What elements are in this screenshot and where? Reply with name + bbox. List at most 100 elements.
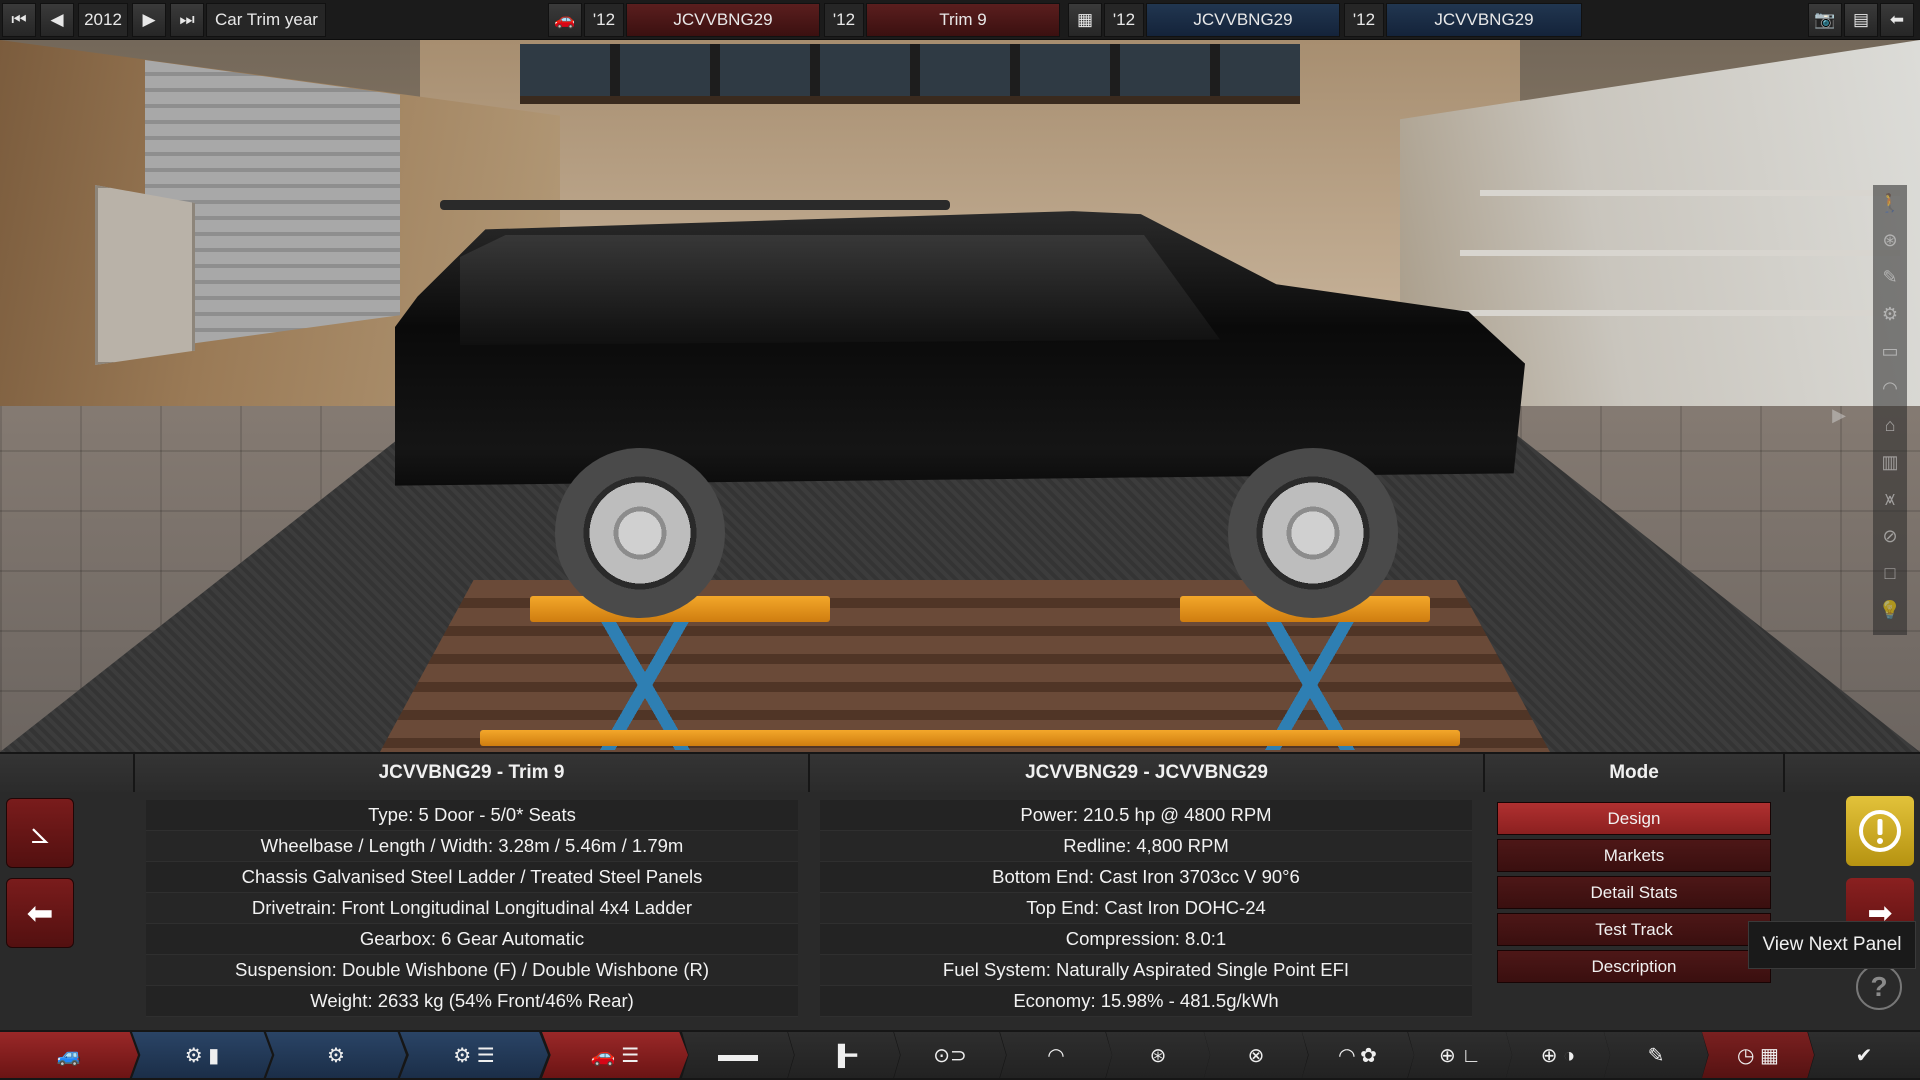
chevron-right-icon: ▶ xyxy=(142,10,156,29)
arrow-left-icon: ⬅ xyxy=(26,895,54,931)
camera-icon: 📷 xyxy=(1814,10,1836,29)
tab-engine[interactable]: ⚙ xyxy=(266,1032,406,1078)
tab-finish[interactable]: ✔ xyxy=(1808,1032,1920,1078)
mode-test-track-button[interactable]: Test Track xyxy=(1497,913,1771,946)
next-panel-tooltip: View Next Panel xyxy=(1748,921,1916,969)
car-stat-drivetrain: Drivetrain: Front Longitudinal Longitudi… xyxy=(146,893,798,924)
top-bar: ⏮ ◀ 2012 ▶ ⏭ Car Trim year 🚗 '12 JCVVBNG… xyxy=(0,0,1920,40)
chassis-view-icon[interactable]: ▭ xyxy=(1873,333,1907,370)
variant-year: '12 xyxy=(1344,3,1384,37)
first-year-button[interactable]: ⏮ xyxy=(2,3,36,37)
tab-drivetrain[interactable]: ▐━ xyxy=(788,1032,900,1078)
engine-stat-bottom-end: Bottom End: Cast Iron 3703cc V 90°6 xyxy=(820,862,1472,893)
drivetrain-icon: ▐━ xyxy=(830,1044,858,1067)
tab-test-track[interactable]: ◷ ▦ xyxy=(1702,1032,1814,1078)
next-year-button[interactable]: ▶ xyxy=(132,3,166,37)
design-step-toolbar: 🚙 ⚙ ▮ ⚙ ⚙ ☰ 🚗 ☰ ▬▬ ▐━ ⊙⊃ ◠ ⊛ ⊗ ◜◝ ✿ ⊕ ∟ … xyxy=(0,1030,1920,1080)
light-bulb-icon[interactable]: 💡 xyxy=(1873,592,1907,629)
prev-year-button[interactable]: ◀ xyxy=(40,3,74,37)
tab-car-trim[interactable]: 🚗 ☰ xyxy=(542,1032,688,1078)
car-icon: 🚗 xyxy=(554,10,576,29)
tab-car-body[interactable]: 🚙 xyxy=(0,1032,138,1078)
car-stat-type: Type: 5 Door - 5/0* Seats xyxy=(146,800,798,831)
shelf xyxy=(1480,190,1900,196)
view-tools-sidebar: 🚶 ⊛ ✎ ⚙ ▭ ◠ ⌂ ▥ ⩙ ⊘ □ 💡 xyxy=(1873,185,1907,635)
camera-angle-button[interactable]: ⦣ xyxy=(6,798,74,868)
tab-engine-family[interactable]: ⚙ ▮ xyxy=(132,1032,272,1078)
car-model-selector-button[interactable]: 🚗 xyxy=(548,3,582,37)
engine-year: '12 xyxy=(1104,3,1144,37)
brake-icon[interactable]: ⊘ xyxy=(1873,518,1907,555)
tab-aero[interactable]: ◜◝ ✿ xyxy=(1302,1032,1414,1078)
engine-stat-economy: Economy: 15.98% - 481.5g/kWh xyxy=(820,986,1472,1017)
checkmark-icon: ✔ xyxy=(1855,1044,1873,1067)
previous-panel-button[interactable]: ⬅ xyxy=(6,878,74,948)
safety-icon: ⊕ ◑ xyxy=(1540,1044,1576,1067)
engine-selector-button[interactable]: ▦ xyxy=(1068,3,1102,37)
warning-icon xyxy=(1859,810,1901,852)
person-icon[interactable]: 🚶 xyxy=(1873,185,1907,222)
tab-wheels[interactable]: ⊛ xyxy=(1106,1032,1210,1078)
car-wheel-front xyxy=(1228,448,1398,618)
calculator-button[interactable]: ▤ xyxy=(1844,3,1878,37)
mode-detail-stats-button[interactable]: Detail Stats xyxy=(1497,876,1771,909)
year-label: Car Trim year xyxy=(206,3,326,37)
engine-family-tab[interactable]: JCVVBNG29 xyxy=(1146,3,1340,37)
grille-icon[interactable]: ▥ xyxy=(1873,444,1907,481)
back-button[interactable]: ⬅ xyxy=(1880,3,1914,37)
tab-tires[interactable]: ◠ xyxy=(1000,1032,1112,1078)
car-stat-dimensions: Wheelbase / Length / Width: 3.28m / 5.46… xyxy=(146,831,798,862)
paint-icon[interactable]: ✎ xyxy=(1873,259,1907,296)
car-trim-icon: 🚗 ☰ xyxy=(590,1044,640,1067)
engine-stats-list: Power: 210.5 hp @ 4800 RPM Redline: 4,80… xyxy=(820,800,1472,1017)
mode-markets-button[interactable]: Markets xyxy=(1497,839,1771,872)
tab-suspension[interactable]: ⊙⊃ xyxy=(894,1032,1006,1078)
frame-icon[interactable]: □ xyxy=(1873,555,1907,592)
body-view-icon[interactable]: ◠ xyxy=(1873,370,1907,407)
car-roof-rack xyxy=(440,200,950,210)
car-panel-title: JCVVBNG29 - Trim 9 xyxy=(135,754,810,792)
suspension-icon: ⊙⊃ xyxy=(933,1044,967,1067)
brakes-icon: ⊗ xyxy=(1247,1044,1265,1067)
car-stat-chassis: Chassis Galvanised Steel Ladder / Treate… xyxy=(146,862,798,893)
right-column-header xyxy=(1785,754,1920,792)
year-display: 2012 xyxy=(78,3,128,37)
last-year-button[interactable]: ⏭ xyxy=(170,3,204,37)
engine-variant-icon: ⚙ ☰ xyxy=(453,1044,495,1067)
skip-back-icon: ⏮ xyxy=(11,10,27,29)
garage-windows xyxy=(520,44,1300,104)
tab-safety[interactable]: ⊕ ◑ xyxy=(1506,1032,1610,1078)
engine-stat-power: Power: 210.5 hp @ 4800 RPM xyxy=(820,800,1472,831)
screenshot-button[interactable]: 📷 xyxy=(1808,3,1842,37)
lift-icon[interactable]: ⩙ xyxy=(1873,481,1907,518)
model-name-tab[interactable]: JCVVBNG29 xyxy=(626,3,820,37)
sidebar-expand-icon[interactable]: ▶ xyxy=(1822,400,1856,430)
test-track-icon: ◷ ▦ xyxy=(1737,1044,1779,1067)
help-button[interactable]: ? xyxy=(1856,964,1902,1010)
car-stat-weight: Weight: 2633 kg (54% Front/46% Rear) xyxy=(146,986,798,1017)
trim-name-tab[interactable]: Trim 9 xyxy=(866,3,1060,37)
arrow-left-icon: ⬅ xyxy=(1889,10,1905,29)
mode-design-button[interactable]: Design xyxy=(1497,802,1771,835)
garage-viewport[interactable] xyxy=(0,0,1920,752)
engine-stat-fuel-system: Fuel System: Naturally Aspirated Single … xyxy=(820,955,1472,986)
trim-year: '12 xyxy=(824,3,864,37)
car-view-icon[interactable]: ⌂ xyxy=(1873,407,1907,444)
tab-engine-variant[interactable]: ⚙ ☰ xyxy=(400,1032,548,1078)
tab-chassis[interactable]: ▬▬ xyxy=(682,1032,794,1078)
mode-description-button[interactable]: Description xyxy=(1497,950,1771,983)
tab-interior[interactable]: ⊕ ∟ xyxy=(1408,1032,1512,1078)
warnings-button[interactable] xyxy=(1846,796,1914,866)
tab-paint[interactable]: ✎ xyxy=(1604,1032,1708,1078)
engine-icon: ▦ xyxy=(1076,10,1094,29)
engine-variant-tab[interactable]: JCVVBNG29 xyxy=(1386,3,1582,37)
engine-view-icon[interactable]: ⚙ xyxy=(1873,296,1907,333)
car-stats-list: Type: 5 Door - 5/0* Seats Wheelbase / Le… xyxy=(146,800,798,1017)
wheel-icon[interactable]: ⊛ xyxy=(1873,222,1907,259)
garage-side-door xyxy=(95,185,195,365)
calculator-icon: ▤ xyxy=(1852,10,1870,29)
car-wheel-rear xyxy=(555,448,725,618)
angle-icon: ⦣ xyxy=(30,814,50,850)
tab-brakes[interactable]: ⊗ xyxy=(1204,1032,1308,1078)
info-panel: JCVVBNG29 - Trim 9 JCVVBNG29 - JCVVBNG29… xyxy=(0,752,1920,1030)
